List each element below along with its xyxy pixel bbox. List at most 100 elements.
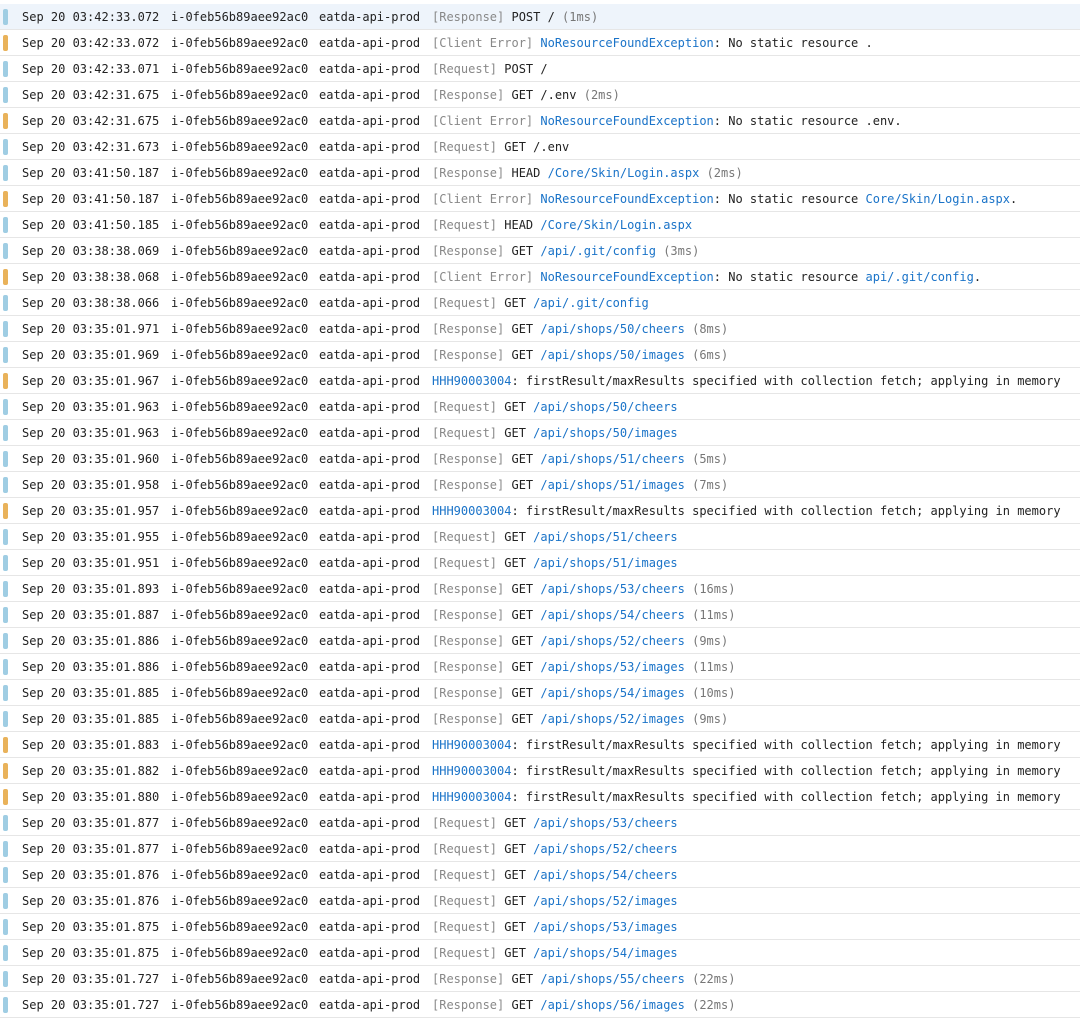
message-link[interactable]: NoResourceFoundException — [540, 270, 713, 284]
message-link[interactable]: /api/shops/54/images — [533, 946, 678, 960]
log-message: [Response] POST / (1ms) — [432, 4, 598, 29]
message-link[interactable]: /api/.git/config — [540, 244, 656, 258]
message-link[interactable]: /api/shops/51/images — [540, 478, 685, 492]
log-row[interactable]: Sep 20 03:35:01.969 i-0feb56b89aee92ac0 ea… — [0, 342, 1080, 368]
log-row[interactable]: Sep 20 03:35:01.880 i-0feb56b89aee92ac0 ea… — [0, 784, 1080, 810]
log-row[interactable]: Sep 20 03:35:01.876 i-0feb56b89aee92ac0 ea… — [0, 888, 1080, 914]
message-link[interactable]: /api/shops/52/cheers — [540, 634, 685, 648]
message-link[interactable]: /api/shops/50/cheers — [540, 322, 685, 336]
log-row[interactable]: Sep 20 03:41:50.185 i-0feb56b89aee92ac0 ea… — [0, 212, 1080, 238]
message-link[interactable]: api/.git/config — [866, 270, 974, 284]
log-row[interactable]: Sep 20 03:35:01.886 i-0feb56b89aee92ac0 ea… — [0, 628, 1080, 654]
message-link[interactable]: /api/shops/53/images — [533, 920, 678, 934]
message-tag: [Response] — [432, 348, 505, 362]
message-link[interactable]: /api/shops/52/cheers — [533, 842, 678, 856]
message-link[interactable]: /api/shops/53/cheers — [540, 582, 685, 596]
log-row[interactable]: Sep 20 03:35:01.951 i-0feb56b89aee92ac0 ea… — [0, 550, 1080, 576]
message-link[interactable]: /api/shops/51/images — [533, 556, 678, 570]
log-row[interactable]: Sep 20 03:38:38.066 i-0feb56b89aee92ac0 ea… — [0, 290, 1080, 316]
log-row[interactable]: Sep 20 03:35:01.883 i-0feb56b89aee92ac0 ea… — [0, 732, 1080, 758]
message-link[interactable]: NoResourceFoundException — [540, 114, 713, 128]
log-timestamp: Sep 20 03:35:01.727 — [22, 972, 160, 986]
message-link[interactable]: NoResourceFoundException — [540, 36, 713, 50]
log-row[interactable]: Sep 20 03:35:01.875 i-0feb56b89aee92ac0 ea… — [0, 914, 1080, 940]
log-row[interactable]: Sep 20 03:35:01.882 i-0feb56b89aee92ac0 ea… — [0, 758, 1080, 784]
log-row[interactable]: Sep 20 03:35:01.955 i-0feb56b89aee92ac0 ea… — [0, 524, 1080, 550]
message-link[interactable]: /api/shops/53/images — [540, 660, 685, 674]
message-link[interactable]: /api/shops/54/cheers — [533, 868, 678, 882]
log-row[interactable]: Sep 20 03:42:33.072 i-0feb56b89aee92ac0 ea… — [0, 4, 1080, 30]
message-link[interactable]: /api/shops/51/cheers — [540, 452, 685, 466]
log-message: [Response] GET /api/shops/50/cheers (8ms… — [432, 316, 728, 341]
log-row[interactable]: Sep 20 03:35:01.727 i-0feb56b89aee92ac0 ea… — [0, 966, 1080, 992]
message-link[interactable]: /api/shops/50/cheers — [533, 400, 678, 414]
log-service-name: eatda-api-prod — [319, 634, 421, 648]
log-row[interactable]: Sep 20 03:42:31.675 i-0feb56b89aee92ac0 ea… — [0, 108, 1080, 134]
message-link[interactable]: Core/Skin/Login.aspx — [866, 192, 1011, 206]
log-row[interactable]: Sep 20 03:35:01.893 i-0feb56b89aee92ac0 ea… — [0, 576, 1080, 602]
log-row[interactable]: Sep 20 03:38:38.069 i-0feb56b89aee92ac0 ea… — [0, 238, 1080, 264]
log-row[interactable]: Sep 20 03:42:31.675 i-0feb56b89aee92ac0 ea… — [0, 82, 1080, 108]
message-link[interactable]: /api/shops/52/images — [540, 712, 685, 726]
info-level-indicator — [3, 815, 8, 831]
log-row[interactable]: Sep 20 03:35:01.727 i-0feb56b89aee92ac0 ea… — [0, 992, 1080, 1018]
message-link[interactable]: HHH90003004 — [432, 374, 511, 388]
warn-level-indicator — [3, 35, 8, 51]
log-row[interactable]: Sep 20 03:35:01.877 i-0feb56b89aee92ac0 ea… — [0, 810, 1080, 836]
message-text: : firstResult/maxResults specified with … — [511, 504, 1061, 518]
info-level-indicator — [3, 61, 8, 77]
log-row[interactable]: Sep 20 03:35:01.876 i-0feb56b89aee92ac0 ea… — [0, 862, 1080, 888]
message-link[interactable]: HHH90003004 — [432, 764, 511, 778]
message-link[interactable]: HHH90003004 — [432, 790, 511, 804]
message-link[interactable]: /api/shops/50/images — [533, 426, 678, 440]
message-tag: [Request] — [432, 530, 498, 544]
message-link[interactable]: HHH90003004 — [432, 504, 511, 518]
log-row[interactable]: Sep 20 03:38:38.068 i-0feb56b89aee92ac0 ea… — [0, 264, 1080, 290]
log-message: [Client Error] NoResourceFoundException:… — [432, 186, 1017, 211]
message-link[interactable]: /Core/Skin/Login.aspx — [548, 166, 700, 180]
message-link[interactable]: /api/shops/54/cheers — [540, 608, 685, 622]
log-row[interactable]: Sep 20 03:41:50.187 i-0feb56b89aee92ac0 ea… — [0, 186, 1080, 212]
message-link[interactable]: /api/.git/config — [533, 296, 649, 310]
log-row[interactable]: Sep 20 03:35:01.963 i-0feb56b89aee92ac0 ea… — [0, 394, 1080, 420]
message-link[interactable]: /api/shops/52/images — [533, 894, 678, 908]
log-row[interactable]: Sep 20 03:35:01.877 i-0feb56b89aee92ac0 ea… — [0, 836, 1080, 862]
message-link[interactable]: HHH90003004 — [432, 738, 511, 752]
log-message: [Response] GET /api/shops/51/images (7ms… — [432, 472, 728, 497]
message-link[interactable]: /api/shops/56/images — [540, 998, 685, 1012]
log-service-name: eatda-api-prod — [319, 62, 421, 76]
message-text: POST / — [497, 62, 548, 76]
message-link[interactable]: /api/shops/53/cheers — [533, 816, 678, 830]
log-service-name: eatda-api-prod — [319, 842, 421, 856]
message-text: : firstResult/maxResults specified with … — [511, 764, 1061, 778]
message-link[interactable]: /api/shops/54/images — [540, 686, 685, 700]
log-timestamp: Sep 20 03:35:01.885 — [22, 712, 160, 726]
message-link[interactable]: NoResourceFoundException — [540, 192, 713, 206]
log-timestamp: Sep 20 03:35:01.971 — [22, 322, 160, 336]
message-link[interactable]: /api/shops/51/cheers — [533, 530, 678, 544]
log-row[interactable]: Sep 20 03:35:01.960 i-0feb56b89aee92ac0 ea… — [0, 446, 1080, 472]
info-level-indicator — [3, 945, 8, 961]
log-row[interactable]: Sep 20 03:35:01.971 i-0feb56b89aee92ac0 ea… — [0, 316, 1080, 342]
response-duration: (3ms) — [663, 244, 700, 258]
log-row[interactable]: Sep 20 03:42:33.072 i-0feb56b89aee92ac0 ea… — [0, 30, 1080, 56]
log-row[interactable]: Sep 20 03:35:01.885 i-0feb56b89aee92ac0 ea… — [0, 680, 1080, 706]
log-row[interactable]: Sep 20 03:35:01.967 i-0feb56b89aee92ac0 ea… — [0, 368, 1080, 394]
log-message: HHH90003004: firstResult/maxResults spec… — [432, 368, 1061, 393]
message-link[interactable]: /api/shops/50/images — [540, 348, 685, 362]
log-service-name: eatda-api-prod — [319, 972, 421, 986]
log-row[interactable]: Sep 20 03:35:01.963 i-0feb56b89aee92ac0 ea… — [0, 420, 1080, 446]
log-row[interactable]: Sep 20 03:35:01.875 i-0feb56b89aee92ac0 ea… — [0, 940, 1080, 966]
log-row[interactable]: Sep 20 03:35:01.887 i-0feb56b89aee92ac0 ea… — [0, 602, 1080, 628]
message-link[interactable]: /api/shops/55/cheers — [540, 972, 685, 986]
log-row[interactable]: Sep 20 03:35:01.958 i-0feb56b89aee92ac0 ea… — [0, 472, 1080, 498]
log-row[interactable]: Sep 20 03:35:01.885 i-0feb56b89aee92ac0 ea… — [0, 706, 1080, 732]
log-row[interactable]: Sep 20 03:42:33.071 i-0feb56b89aee92ac0 ea… — [0, 56, 1080, 82]
log-row[interactable]: Sep 20 03:35:01.957 i-0feb56b89aee92ac0 ea… — [0, 498, 1080, 524]
log-row[interactable]: Sep 20 03:35:01.886 i-0feb56b89aee92ac0 ea… — [0, 654, 1080, 680]
log-service-name: eatda-api-prod — [319, 348, 421, 362]
log-row[interactable]: Sep 20 03:42:31.673 i-0feb56b89aee92ac0 ea… — [0, 134, 1080, 160]
log-row[interactable]: Sep 20 03:41:50.187 i-0feb56b89aee92ac0 ea… — [0, 160, 1080, 186]
log-instance-id: i-0feb56b89aee92ac0 — [171, 478, 309, 492]
message-link[interactable]: /Core/Skin/Login.aspx — [540, 218, 692, 232]
